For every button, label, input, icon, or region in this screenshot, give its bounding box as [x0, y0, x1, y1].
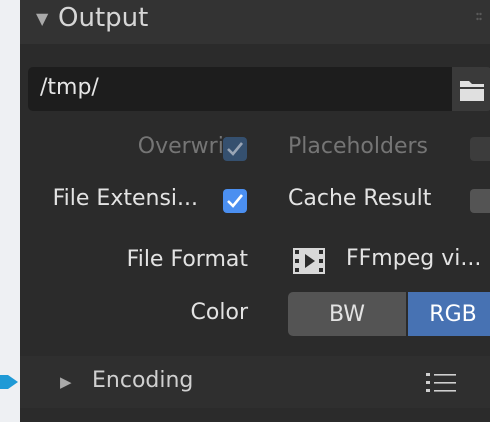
- pointer-arrow-icon: [0, 375, 18, 389]
- panel-title: Output: [58, 3, 149, 33]
- output-path-input[interactable]: /tmp/: [28, 67, 474, 111]
- checkmark-icon: [227, 142, 244, 156]
- placeholders-label: Placeholders: [288, 134, 429, 159]
- file-format-dropdown[interactable]: FFmpeg vi...: [288, 239, 490, 283]
- overwrite-checkbox[interactable]: [223, 137, 247, 161]
- placeholders-checkbox[interactable]: [470, 137, 490, 161]
- encoding-subpanel-header[interactable]: ▶ Encoding: [20, 356, 490, 408]
- browse-folder-button[interactable]: [452, 67, 490, 111]
- color-rgb-option[interactable]: RGB: [408, 292, 490, 336]
- cache-result-label: Cache Result: [288, 186, 432, 211]
- color-label: Color: [190, 300, 248, 325]
- overwrite-label: Overwrite: [137, 134, 246, 159]
- presets-list-icon[interactable]: [424, 370, 460, 396]
- file-format-value: FFmpeg vi...: [346, 246, 482, 271]
- encoding-label: Encoding: [92, 368, 194, 393]
- film-strip-icon: [293, 248, 325, 274]
- output-path-value: /tmp/: [40, 75, 99, 100]
- output-properties-panel: ▼ Output /tmp/ Overwrite Placeholders Fi…: [20, 0, 490, 422]
- collapse-triangle-icon[interactable]: ▼: [36, 9, 48, 28]
- drag-grip-icon[interactable]: [476, 10, 482, 30]
- file-format-label: File Format: [126, 247, 248, 272]
- file-extension-checkbox[interactable]: [223, 189, 247, 213]
- file-extension-label: File Extensi...: [52, 186, 198, 211]
- checkmark-icon: [227, 194, 244, 208]
- folder-icon: [460, 81, 484, 101]
- expand-triangle-icon[interactable]: ▶: [60, 373, 72, 391]
- color-bw-option[interactable]: BW: [288, 292, 406, 336]
- output-panel-header[interactable]: ▼ Output: [20, 0, 490, 44]
- cache-result-checkbox[interactable]: [470, 189, 490, 213]
